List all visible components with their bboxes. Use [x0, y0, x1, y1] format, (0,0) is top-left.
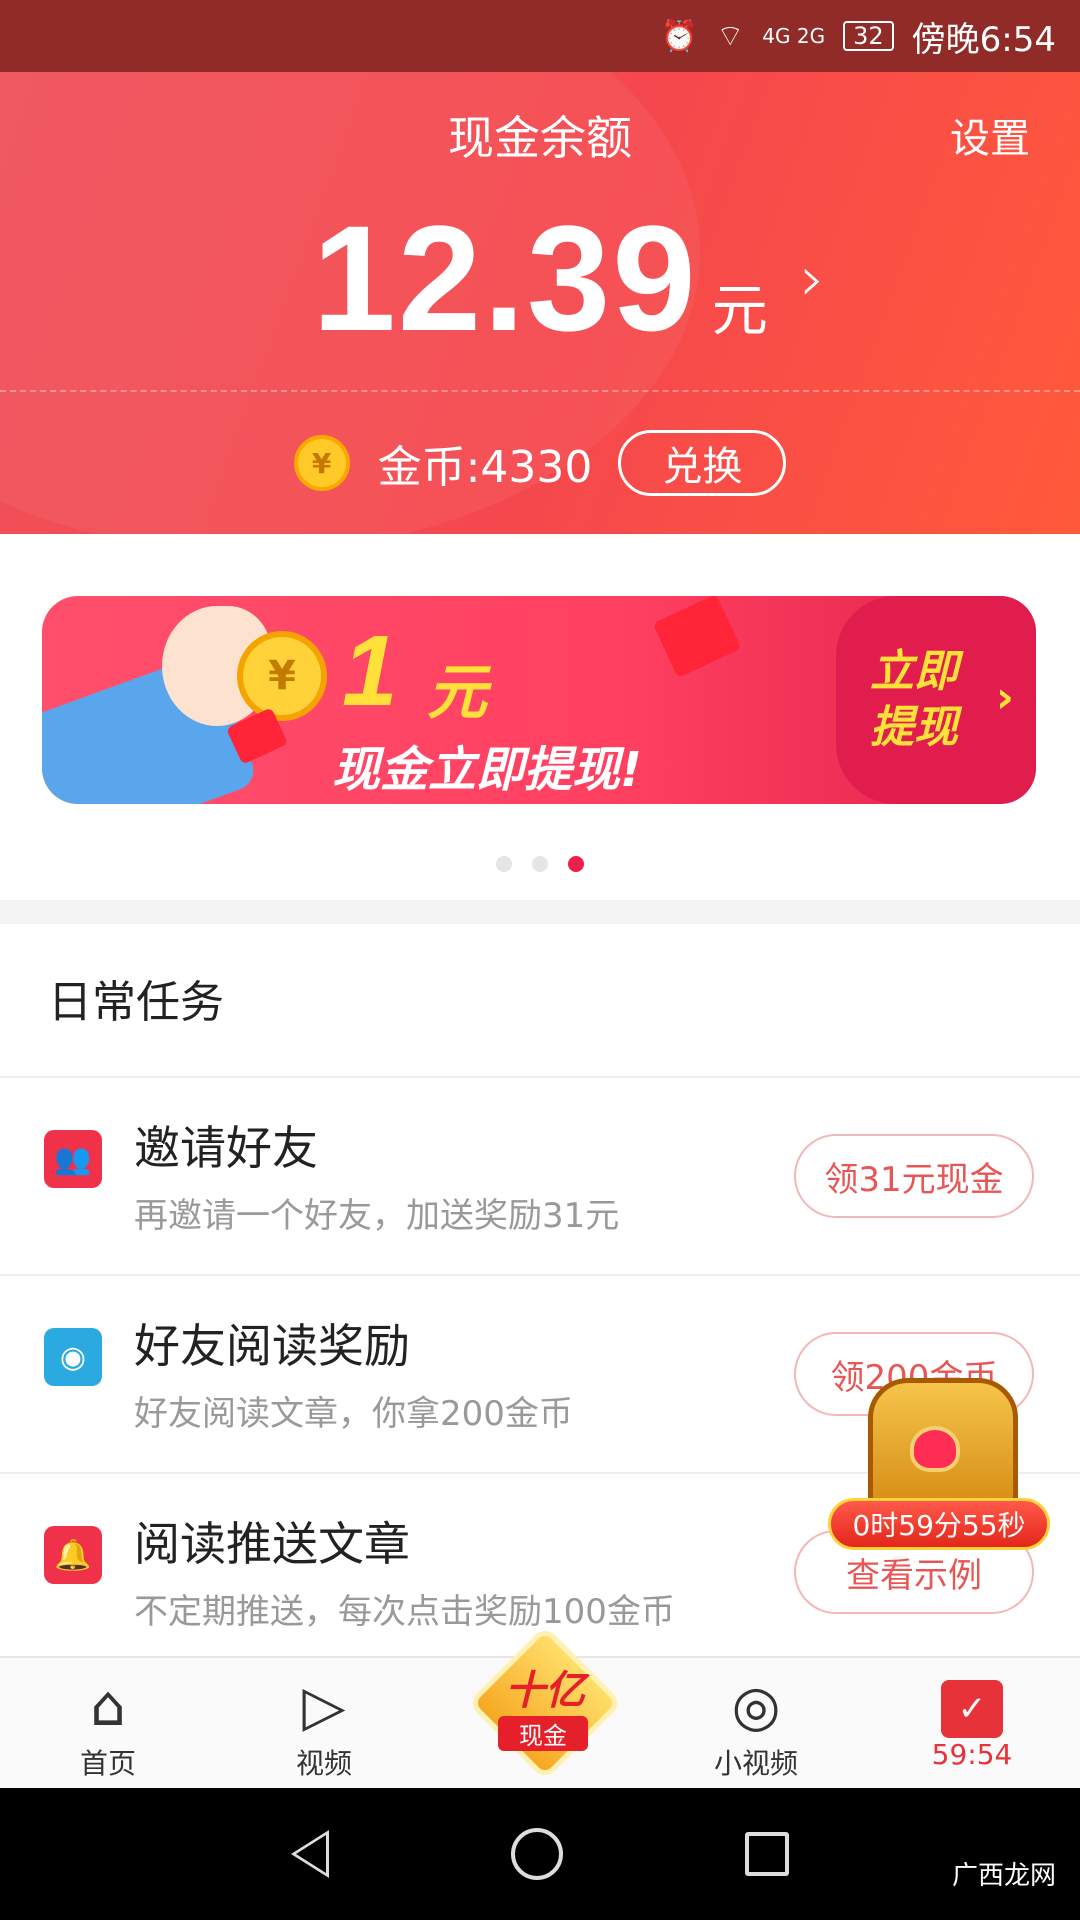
chest-timer: 0时59分55秒: [828, 1498, 1050, 1550]
chevron-right-icon[interactable]: ›: [800, 242, 825, 315]
page-title: 现金余额: [448, 111, 632, 165]
tab-label: 小视频: [713, 1747, 798, 1780]
tab-promo[interactable]: 十亿 现金: [460, 1625, 623, 1790]
balance-header: 现金余额 设置 12.39 元 › ¥ 金币:4330 兑换: [0, 72, 1080, 534]
carousel-dot-active[interactable]: [568, 856, 584, 872]
task-name: 阅读推送文章: [134, 1517, 410, 1571]
status-time: 傍晚6:54: [911, 19, 1056, 60]
task-name: 好友阅读奖励: [134, 1319, 410, 1373]
banner-subtitle: 现金立即提现!: [332, 742, 642, 798]
settings-button[interactable]: 设置: [950, 106, 1030, 164]
coin-row: ¥ 金币:4330 兑换: [0, 430, 1080, 496]
heart-icon: [910, 1426, 960, 1472]
calendar-check-icon: ✓: [941, 1680, 1003, 1738]
section-title: 日常任务: [48, 977, 224, 1028]
system-nav-bar: 广西龙网: [0, 1788, 1080, 1920]
task-desc: 不定期推送，每次点击奖励100金币: [134, 1592, 675, 1632]
tab-video[interactable]: ▷ 视频: [244, 1658, 404, 1790]
promo-sub: 现金: [498, 1716, 588, 1751]
banner-amount: 1: [342, 615, 398, 727]
tab-tasks[interactable]: ✓ 59:54: [892, 1658, 1052, 1790]
coin-balance: 金币:4330: [377, 442, 593, 493]
coin-icon: ¥: [293, 435, 350, 491]
tab-label: 视频: [295, 1747, 352, 1780]
balance-display[interactable]: 12.39 元: [0, 192, 1080, 365]
banner-unit: 元: [427, 658, 487, 728]
treasure-chest[interactable]: 0时59分55秒: [828, 1368, 1050, 1568]
task-desc: 再邀请一个好友，加送奖励31元: [134, 1196, 620, 1236]
status-bar: ⏰ ⌔ 4G 2G 32 傍晚6:54: [0, 0, 1080, 72]
bell-icon: 🔔: [44, 1526, 102, 1584]
task-item-invite[interactable]: 👥 邀请好友 再邀请一个好友，加送奖励31元 领31元现金: [0, 1076, 1080, 1272]
chevron-right-icon: ›: [995, 672, 1014, 723]
back-icon[interactable]: [291, 1830, 329, 1878]
tab-timer: 59:54: [931, 1738, 1013, 1771]
watermark: 广西龙网: [945, 1853, 1062, 1894]
exchange-button[interactable]: 兑换: [618, 430, 787, 496]
balance-amount: 12.39: [312, 194, 698, 362]
group-icon: 👥: [44, 1130, 102, 1188]
flame-play-icon: ◎: [731, 1674, 781, 1739]
banner-cta[interactable]: 立即提现: [870, 644, 980, 756]
signal-icon: 4G 2G: [762, 24, 826, 48]
task-name: 邀请好友: [134, 1121, 318, 1175]
banner-area: ¥ 1 元 现金立即提现! 立即提现 ›: [0, 534, 1080, 900]
tab-home[interactable]: ⌂ 首页: [28, 1658, 188, 1790]
divider: [0, 390, 1080, 392]
home-icon: ⌂: [90, 1674, 126, 1739]
promo-title: 十亿: [505, 1668, 585, 1714]
carousel-dot[interactable]: [496, 856, 512, 872]
tab-short-video[interactable]: ◎ 小视频: [676, 1658, 836, 1790]
recents-icon[interactable]: [745, 1832, 789, 1876]
wifi-icon: ⌔: [716, 19, 745, 54]
coin-icon: ¥: [237, 631, 327, 721]
bottom-tab-bar: ⌂ 首页 ▷ 视频 十亿 现金 ◎ 小视频 ✓ 59:54: [0, 1625, 1080, 1790]
play-icon: ▷: [302, 1674, 346, 1739]
task-desc: 好友阅读文章，你拿200金币: [134, 1394, 573, 1434]
eye-icon: ◉: [44, 1328, 102, 1386]
balance-unit: 元: [711, 279, 768, 344]
tab-label: 首页: [79, 1747, 136, 1780]
battery-indicator: 32: [843, 21, 894, 51]
withdraw-banner[interactable]: ¥ 1 元 现金立即提现! 立即提现 ›: [42, 596, 1036, 804]
claim-cash-button[interactable]: 领31元现金: [794, 1134, 1034, 1218]
carousel-dot[interactable]: [532, 856, 548, 872]
alarm-icon: ⏰: [660, 18, 699, 54]
red-envelope-icon: [652, 596, 742, 678]
home-circle-icon[interactable]: [511, 1828, 563, 1880]
carousel-indicator: [0, 856, 1080, 872]
